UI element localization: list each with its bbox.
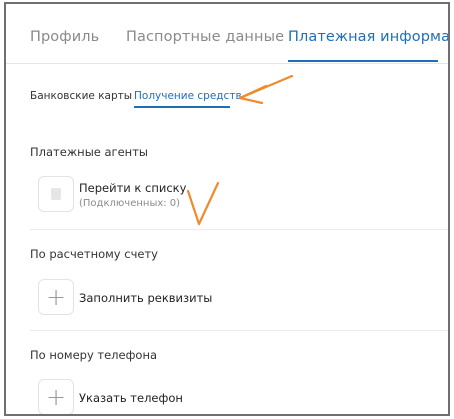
section-title-account: По расчетному счету	[30, 247, 158, 261]
add-phone-link[interactable]: Указать телефон	[79, 391, 183, 405]
agents-tile[interactable]	[38, 176, 74, 212]
plus-icon: +	[45, 383, 67, 411]
divider	[30, 330, 450, 331]
tab-profile[interactable]: Профиль	[30, 29, 99, 45]
fill-details-button[interactable]: +	[38, 279, 74, 315]
settings-panel: Профиль Паспортные данные Платежная инфо…	[4, 2, 450, 416]
tab-payment-info[interactable]: Платежная информация	[288, 29, 450, 45]
active-tab-indicator	[288, 60, 438, 62]
fill-details-link[interactable]: Заполнить реквизиты	[79, 291, 212, 305]
divider	[30, 229, 450, 230]
folder-icon	[51, 188, 61, 200]
connected-count: (Подключенных: 0)	[79, 198, 181, 209]
main-tabs: Профиль Паспортные данные Платежная инфо…	[6, 4, 450, 64]
section-title-phone: По номеру телефона	[30, 348, 158, 362]
subtab-bank-cards[interactable]: Банковские карты	[30, 90, 132, 102]
tab-passport-data[interactable]: Паспортные данные	[126, 29, 284, 45]
go-to-list-link[interactable]: Перейти к списку	[79, 181, 186, 195]
frame-edge	[448, 2, 450, 416]
section-title-agents: Платежные агенты	[30, 145, 148, 159]
plus-icon: +	[45, 283, 67, 311]
add-phone-button[interactable]: +	[38, 379, 74, 414]
subtab-receiving-funds[interactable]: Получение средств	[134, 90, 242, 102]
active-subtab-indicator	[134, 106, 230, 108]
